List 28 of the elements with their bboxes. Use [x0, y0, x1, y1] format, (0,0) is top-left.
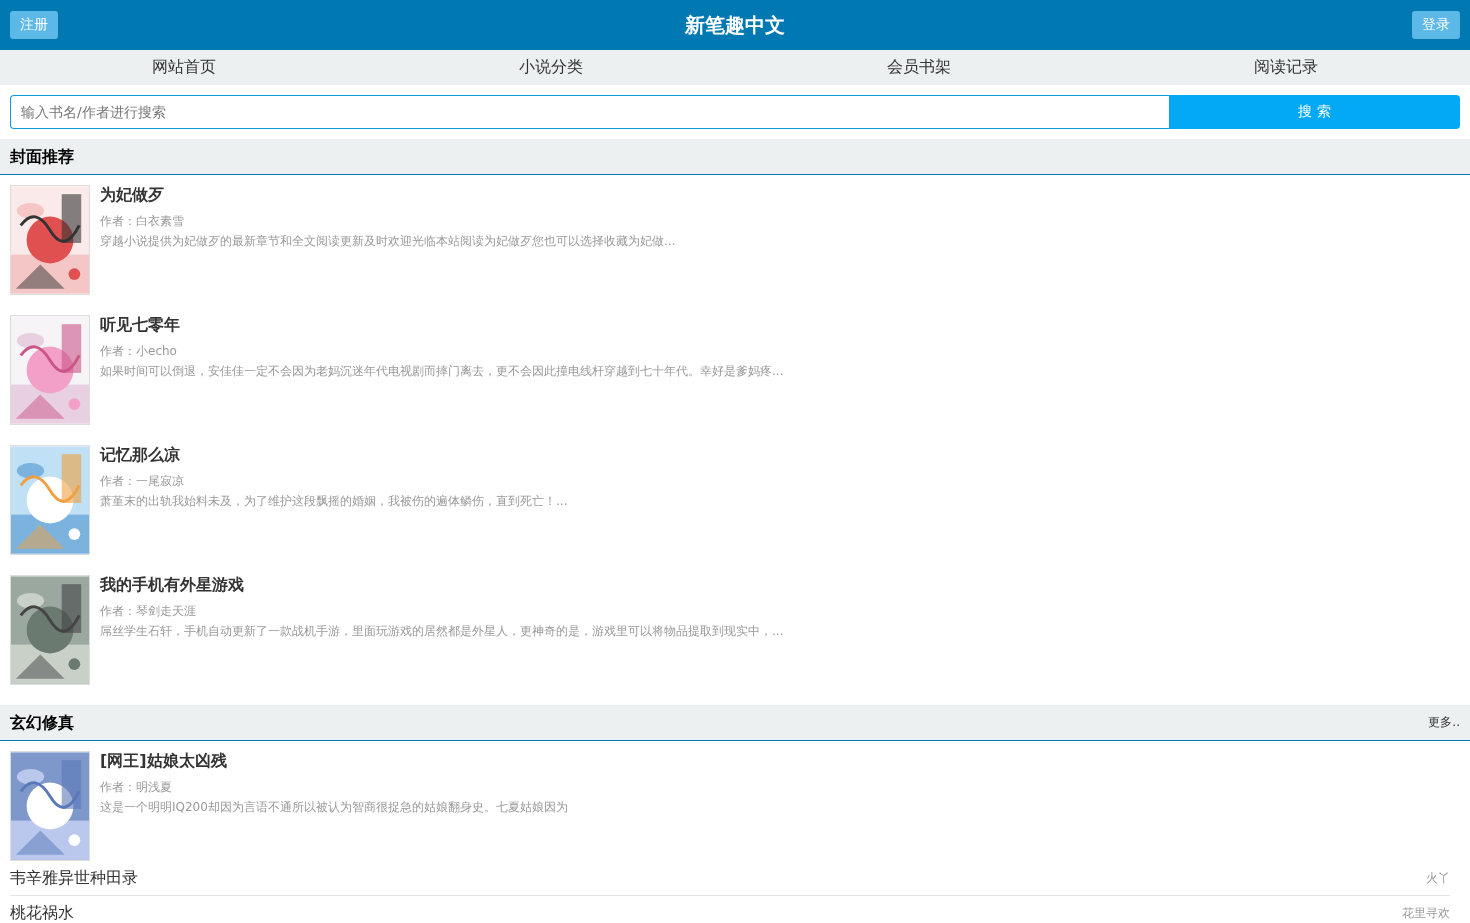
book-author: 作者：明浅夏	[100, 779, 173, 796]
book-title[interactable]: 记忆那么凉	[100, 445, 568, 465]
book-summary: 屌丝学生石轩，手机自动更新了一款战机手游，里面玩游戏的居然都是外星人，更神奇的是，游戏里可以将物品提取到现实中，...	[100, 623, 784, 640]
nav-link[interactable]: 会员书架	[735, 50, 1103, 85]
nav-link[interactable]: 网站首页	[0, 50, 368, 85]
nav-link[interactable]: 阅读记录	[1102, 50, 1470, 85]
more-link[interactable]: 更多..	[1428, 714, 1460, 731]
book-title[interactable]: 我的手机有外星游戏	[100, 575, 784, 595]
book-author: 火丫	[1426, 870, 1450, 887]
book-title[interactable]: 桃花祸水	[10, 903, 74, 923]
book-summary: 如果时间可以倒退，安佳佳一定不会因为老妈沉迷年代电视剧而摔门离去，更不会因此撞电线杆穿越到七十年代。幸好是爹妈疼...	[100, 363, 784, 380]
book-author: 作者：小echo	[100, 343, 178, 360]
site-title: 新笔趣中文	[685, 11, 785, 39]
book-title[interactable]: 韦辛雅异世种田录	[10, 868, 138, 888]
book-title[interactable]: 为妃做歹	[100, 185, 676, 205]
book-summary: 萧堇末的出轨我始料未及，为了维护这段飘摇的婚姻，我被伤的遍体鳞伤，直到死亡！...	[100, 493, 568, 510]
book-author: 花里寻欢	[1402, 905, 1450, 922]
search-field[interactable]: 输入书名/作者进行搜索	[10, 95, 1169, 129]
book-summary: 这是一个明明IQ200却因为言语不通所以被认为智商很捉急的姑娘翻身史。七夏姑娘因为	[100, 799, 568, 816]
book-title[interactable]: [网王]姑娘太凶残	[100, 751, 568, 771]
book-title[interactable]: 听见七零年	[100, 315, 784, 335]
book-summary: 穿越小说提供为妃做歹的最新章节和全文阅读更新及时欢迎光临本站阅读为妃做歹您也可以选择收藏为妃做...	[100, 233, 676, 250]
nav-link[interactable]: 小说分类	[367, 50, 735, 85]
book-author: 作者：白衣素雪	[100, 213, 185, 230]
book-author: 作者：琴剑走天涯	[100, 603, 197, 620]
section-title: 封面推荐	[10, 146, 74, 167]
book-author: 作者：一尾寂凉	[100, 473, 185, 490]
section-title: 玄幻修真	[10, 712, 74, 733]
